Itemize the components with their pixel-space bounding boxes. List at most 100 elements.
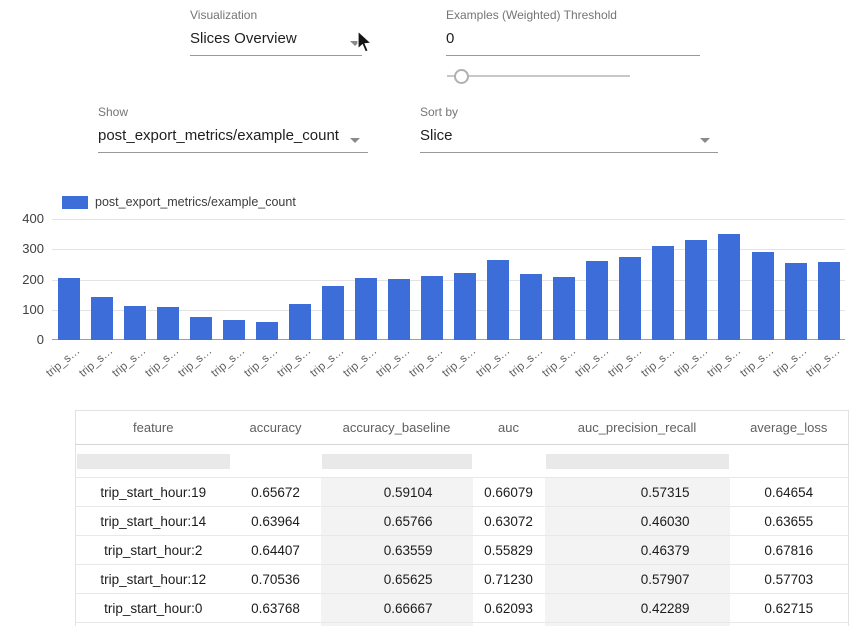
table-row[interactable]: trip_start_hour:00.637680.666670.620930.… xyxy=(76,594,849,623)
x-axis-label-slot: trip_s… xyxy=(118,342,151,390)
filter-cell-accuracy_baseline[interactable] xyxy=(321,445,473,478)
sort-by-value-row[interactable]: Slice xyxy=(420,125,718,153)
x-axis-label-slot: trip_s… xyxy=(184,342,217,390)
bar[interactable] xyxy=(752,252,774,340)
x-axis-label-slot: trip_s… xyxy=(647,342,680,390)
bar[interactable] xyxy=(58,278,80,340)
slider-track[interactable] xyxy=(447,75,630,77)
bar[interactable] xyxy=(91,297,113,340)
bar-slot xyxy=(217,219,250,340)
filter-cell-auc_precision_recall[interactable] xyxy=(545,445,730,478)
feature-cell: trip_start_hour:0 xyxy=(76,594,231,623)
slices-overview-page: Visualization Slices Overview Examples (… xyxy=(0,0,863,626)
x-axis-label-slot: trip_s… xyxy=(779,342,812,390)
filter-cell-accuracy[interactable] xyxy=(231,445,321,478)
table-row[interactable]: trip_start_hour:120.705360.656250.712300… xyxy=(76,565,849,594)
column-header-accuracy_baseline[interactable]: accuracy_baseline xyxy=(321,411,473,445)
bar-slot xyxy=(779,219,812,340)
threshold-input[interactable]: 0 xyxy=(446,28,700,56)
column-header-auc_precision_recall[interactable]: auc_precision_recall xyxy=(545,411,730,445)
bar-chart-plot xyxy=(52,219,845,340)
column-header-auc[interactable]: auc xyxy=(473,411,545,445)
bar[interactable] xyxy=(454,273,476,340)
bar[interactable] xyxy=(553,277,575,340)
bar[interactable] xyxy=(124,306,146,340)
bar[interactable] xyxy=(190,317,212,340)
metric-cell: 0.70536 xyxy=(231,565,321,594)
slider-thumb[interactable] xyxy=(454,69,469,84)
threshold-slider[interactable] xyxy=(447,68,630,83)
metric-cell: 0.55829 xyxy=(473,536,545,565)
x-axis-label-slot: trip_s… xyxy=(746,342,779,390)
sort-by-value: Slice xyxy=(420,127,453,144)
bar[interactable] xyxy=(685,240,707,340)
table-header-row: featureaccuracyaccuracy_baselineaucauc_p… xyxy=(76,411,849,445)
metric-cell: 0.46379 xyxy=(545,536,730,565)
bar-slot xyxy=(416,219,449,340)
threshold-control: Examples (Weighted) Threshold 0 xyxy=(446,8,700,56)
metric-cell: 0.42289 xyxy=(545,594,730,623)
chevron-down-icon xyxy=(700,138,710,143)
metric-cell: 0.66667 xyxy=(321,594,473,623)
filter-cell-feature[interactable] xyxy=(76,445,231,478)
bar-series xyxy=(52,219,845,340)
x-axis-label-slot: trip_s… xyxy=(482,342,515,390)
bar-slot xyxy=(449,219,482,340)
filter-box xyxy=(232,454,320,469)
table-row[interactable]: trip_start_hour:190.656720.591040.660790… xyxy=(76,478,849,507)
show-select[interactable]: Show post_export_metrics/example_count xyxy=(98,105,368,153)
bar[interactable] xyxy=(289,304,311,340)
x-axis-label-slot: trip_s… xyxy=(548,342,581,390)
metrics-table: featureaccuracyaccuracy_baselineaucauc_p… xyxy=(75,410,849,626)
filter-cell-auc[interactable] xyxy=(473,445,545,478)
bar[interactable] xyxy=(355,278,377,340)
x-axis-label-slot: trip_s… xyxy=(713,342,746,390)
bar-slot xyxy=(316,219,349,340)
bar-slot xyxy=(680,219,713,340)
visualization-value-row[interactable]: Slices Overview xyxy=(190,28,362,56)
visualization-label: Visualization xyxy=(190,8,362,22)
metric-cell: 0.59104 xyxy=(321,478,473,507)
filter-box xyxy=(474,454,544,469)
bar[interactable] xyxy=(256,322,278,340)
bar[interactable] xyxy=(322,286,344,340)
table-row[interactable]: trip_start_hour:230.660160.648440.583370… xyxy=(76,623,849,626)
x-axis-label-slot: trip_s… xyxy=(217,342,250,390)
bar[interactable] xyxy=(223,320,245,340)
x-axis-label-slot: trip_s… xyxy=(283,342,316,390)
feature-cell: trip_start_hour:23 xyxy=(76,623,231,626)
metric-cell: 0.65766 xyxy=(321,507,473,536)
bar[interactable] xyxy=(520,274,542,340)
filter-cell-average_loss[interactable] xyxy=(730,445,849,478)
column-header-average_loss[interactable]: average_loss xyxy=(730,411,849,445)
show-value-row[interactable]: post_export_metrics/example_count xyxy=(98,125,368,153)
bar[interactable] xyxy=(586,261,608,340)
visualization-select[interactable]: Visualization Slices Overview xyxy=(190,8,362,56)
column-header-feature[interactable]: feature xyxy=(76,411,231,445)
chevron-down-icon xyxy=(350,138,360,143)
bar-slot xyxy=(581,219,614,340)
bar[interactable] xyxy=(619,257,641,340)
bar[interactable] xyxy=(388,279,410,340)
y-axis-tick-label: 200 xyxy=(4,272,44,288)
table-row[interactable]: trip_start_hour:140.639640.657660.630720… xyxy=(76,507,849,536)
bar[interactable] xyxy=(487,260,509,340)
bar-slot xyxy=(382,219,415,340)
table-row[interactable]: trip_start_hour:20.644070.635590.558290.… xyxy=(76,536,849,565)
bar-slot xyxy=(482,219,515,340)
mouse-cursor-icon xyxy=(356,30,374,54)
x-axis-label-slot: trip_s… xyxy=(581,342,614,390)
bar[interactable] xyxy=(718,234,740,340)
x-axis-label-slot: trip_s… xyxy=(515,342,548,390)
bar[interactable] xyxy=(157,307,179,340)
metric-cell: 0.65672 xyxy=(231,478,321,507)
show-value: post_export_metrics/example_count xyxy=(98,127,339,144)
sort-by-select[interactable]: Sort by Slice xyxy=(420,105,718,153)
column-header-accuracy[interactable]: accuracy xyxy=(231,411,321,445)
bar[interactable] xyxy=(421,276,443,340)
bar[interactable] xyxy=(652,246,674,340)
metric-cell: 0.57315 xyxy=(545,478,730,507)
x-axis-label-slot: trip_s… xyxy=(250,342,283,390)
bar[interactable] xyxy=(785,263,807,340)
bar[interactable] xyxy=(818,262,840,340)
